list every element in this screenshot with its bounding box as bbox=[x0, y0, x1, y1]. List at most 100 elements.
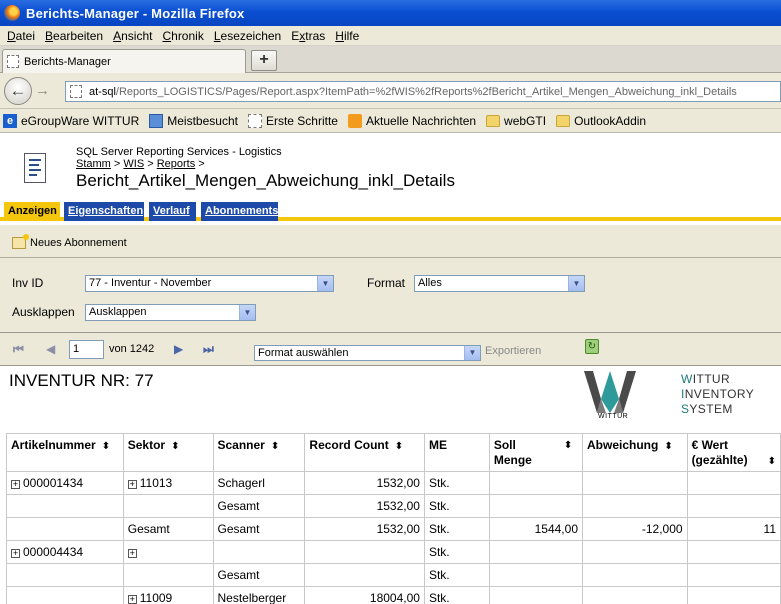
url-bar[interactable]: at-sql/Reports_LOGISTICS/Pages/Report.as… bbox=[65, 81, 781, 102]
menu-item-bearbeiten[interactable]: Bearbeiten bbox=[40, 29, 108, 43]
page-icon bbox=[70, 85, 82, 98]
next-page-icon[interactable]: ▶ bbox=[174, 342, 183, 356]
tab-eigenschaften[interactable]: Eigenschaften bbox=[64, 202, 144, 221]
menu-item-lesezeichen[interactable]: Lesezeichen bbox=[209, 29, 286, 43]
sort-icon[interactable]: ⬍ bbox=[564, 440, 572, 451]
menu-item-hilfe[interactable]: Hilfe bbox=[330, 29, 364, 43]
cell-art: +000001434 bbox=[6, 471, 124, 495]
expand-icon[interactable]: + bbox=[11, 549, 20, 558]
expand-icon[interactable]: + bbox=[11, 480, 20, 489]
expand-icon[interactable]: + bbox=[127, 480, 137, 489]
cell-count: 1532,00 bbox=[304, 517, 425, 541]
expand-icon[interactable]: + bbox=[127, 595, 137, 604]
column-header--wert-gez-hlte-[interactable]: € Wert (gezählte) ⬍ bbox=[686, 433, 781, 472]
bookmark-aktuelle-nachrichten[interactable]: Aktuelle Nachrichten bbox=[347, 113, 477, 128]
divider bbox=[0, 257, 781, 258]
tab-abonnements[interactable]: Abonnements bbox=[201, 202, 278, 221]
export-link[interactable]: Exportieren bbox=[485, 345, 541, 357]
report-tabs: Anzeigen Eigenschaften Verlauf Abonnemen… bbox=[0, 200, 781, 221]
cell-me: Stk. bbox=[423, 586, 490, 604]
menu-bar: Datei Bearbeiten Ansicht Chronik Lesezeichen… bbox=[0, 26, 781, 46]
back-button[interactable]: ← bbox=[4, 77, 32, 105]
system-line: SYSTEM bbox=[681, 402, 733, 416]
sort-icon[interactable]: ⬍ bbox=[171, 441, 179, 452]
page-title: Bericht_Artikel_Mengen_Abweichung_inkl_D… bbox=[76, 171, 455, 190]
format-select[interactable]: Alles ▼ bbox=[414, 275, 585, 292]
forward-button[interactable]: → bbox=[35, 82, 50, 99]
cell-soll: 1544,00 bbox=[488, 517, 584, 541]
breadcrumb-wis[interactable]: WIS bbox=[123, 158, 144, 170]
last-page-icon[interactable]: ⏭ bbox=[203, 342, 214, 357]
cell-me: Stk. bbox=[423, 471, 490, 495]
folder-icon bbox=[486, 114, 501, 127]
bookmark-egroupware-wittur[interactable]: e eGroupWare WITTUR bbox=[3, 113, 139, 128]
page-icon bbox=[247, 113, 262, 128]
new-subscription-label: Neues Abonnement bbox=[30, 237, 127, 249]
cell-wert bbox=[686, 540, 781, 564]
column-header-abweichung[interactable]: Abweichung ⬍ bbox=[582, 433, 688, 472]
export-format-select[interactable]: Format auswählen ▼ bbox=[254, 345, 481, 361]
breadcrumb-reports[interactable]: Reports bbox=[157, 158, 196, 170]
new-subscription-icon bbox=[12, 234, 29, 249]
bookmark-webgti[interactable]: webGTI bbox=[486, 114, 546, 128]
cell-sek: Gesamt bbox=[122, 517, 214, 541]
tab-verlauf[interactable]: Verlauf bbox=[149, 202, 196, 221]
export-format-value: Format auswählen bbox=[258, 347, 349, 359]
column-header-artikelnummer[interactable]: Artikelnummer ⬍ bbox=[6, 433, 124, 472]
new-tab-button[interactable]: + bbox=[251, 50, 277, 71]
cell-art bbox=[6, 517, 124, 541]
bookmark-erste-schritte[interactable]: Erste Schritte bbox=[247, 113, 338, 128]
menu-item-chronik[interactable]: Chronik bbox=[157, 29, 208, 43]
tab-berichts-manager[interactable]: Berichts-Manager bbox=[2, 49, 246, 73]
bookmark-label: Aktuelle Nachrichten bbox=[365, 113, 477, 128]
column-header-record-count[interactable]: Record Count ⬍ bbox=[304, 433, 425, 472]
sort-icon[interactable]: ⬍ bbox=[664, 441, 672, 452]
column-header-scanner[interactable]: Scanner ⬍ bbox=[212, 433, 306, 472]
report-table: Artikelnummer ⬍ Sektor ⬍ Scanner ⬍ Record Coun… bbox=[6, 433, 781, 604]
bookmark-outlookaddin[interactable]: OutlookAddin bbox=[556, 114, 646, 128]
egroupware-icon: e bbox=[3, 113, 17, 128]
breadcrumb-stamm[interactable]: Stamm bbox=[76, 158, 111, 170]
table-row: Gesamt Gesamt 1532,00 Stk. 1544,00 -12,000 11 bbox=[6, 517, 781, 541]
breadcrumb: Stamm > WIS > Reports > bbox=[76, 158, 205, 170]
cell-count: 1532,00 bbox=[304, 471, 425, 495]
report-viewer-toolbar: ⏮ ◀ 1 von 1242 ▶ ⏭ Format auswählen ▼ Ex… bbox=[0, 332, 781, 366]
inv-id-value: 77 - Inventur - November bbox=[89, 277, 212, 289]
sort-icon[interactable]: ⬍ bbox=[768, 456, 776, 467]
table-row: Gesamt Stk. bbox=[6, 563, 781, 587]
previous-page-icon[interactable]: ◀ bbox=[46, 342, 55, 356]
window-title: Berichts-Manager - Mozilla Firefox bbox=[26, 5, 245, 21]
column-header-me: ME bbox=[423, 433, 490, 472]
bookmark-meistbesucht[interactable]: Meistbesucht bbox=[149, 113, 238, 128]
refresh-icon[interactable]: ↻ bbox=[585, 339, 599, 354]
menu-item-ansicht[interactable]: Ansicht bbox=[108, 29, 157, 43]
wittur-inventory-system: WITTUR INVENTORY SYSTEM bbox=[681, 372, 754, 417]
menu-item-extras[interactable]: Extras bbox=[286, 29, 330, 43]
sort-icon[interactable]: ⬍ bbox=[271, 441, 279, 452]
table-header-row: Artikelnummer ⬍ Sektor ⬍ Scanner ⬍ Record Coun… bbox=[6, 433, 781, 472]
firefox-logo-icon bbox=[4, 5, 20, 21]
sort-icon[interactable]: ⬍ bbox=[395, 441, 403, 452]
column-header-sektor[interactable]: Sektor ⬍ bbox=[122, 433, 214, 472]
parameter-area: Neues Abonnement Inv ID 77 - Inventur - … bbox=[0, 225, 781, 332]
cell-count: 18004,00 bbox=[304, 586, 425, 604]
ausklappen-select[interactable]: Ausklappen ▼ bbox=[85, 304, 256, 321]
cell-wert bbox=[686, 586, 781, 604]
menu-item-datei[interactable]: Datei bbox=[2, 29, 40, 43]
cell-soll bbox=[488, 586, 584, 604]
inv-id-select[interactable]: 77 - Inventur - November ▼ bbox=[85, 275, 334, 292]
sort-icon[interactable]: ⬍ bbox=[102, 441, 110, 452]
column-header-soll-menge[interactable]: Soll Menge⬍ bbox=[488, 433, 584, 472]
cell-sek bbox=[122, 563, 214, 587]
cell-sek: +11009 bbox=[122, 586, 214, 604]
expand-icon[interactable]: + bbox=[127, 549, 137, 558]
tab-anzeigen[interactable]: Anzeigen bbox=[4, 202, 60, 221]
bookmark-label: Erste Schritte bbox=[265, 113, 338, 128]
new-subscription-button[interactable]: Neues Abonnement bbox=[12, 234, 127, 249]
first-page-icon[interactable]: ⏮ bbox=[13, 342, 24, 357]
table-row: Gesamt 1532,00 Stk. bbox=[6, 494, 781, 518]
bookmarks-bar: e eGroupWare WITTUR Meistbesucht Erste Schr… bbox=[0, 109, 781, 133]
page-number-input[interactable]: 1 bbox=[69, 340, 104, 359]
tab-title: Berichts-Manager bbox=[24, 55, 111, 68]
cell-wert: 11 bbox=[686, 517, 781, 541]
